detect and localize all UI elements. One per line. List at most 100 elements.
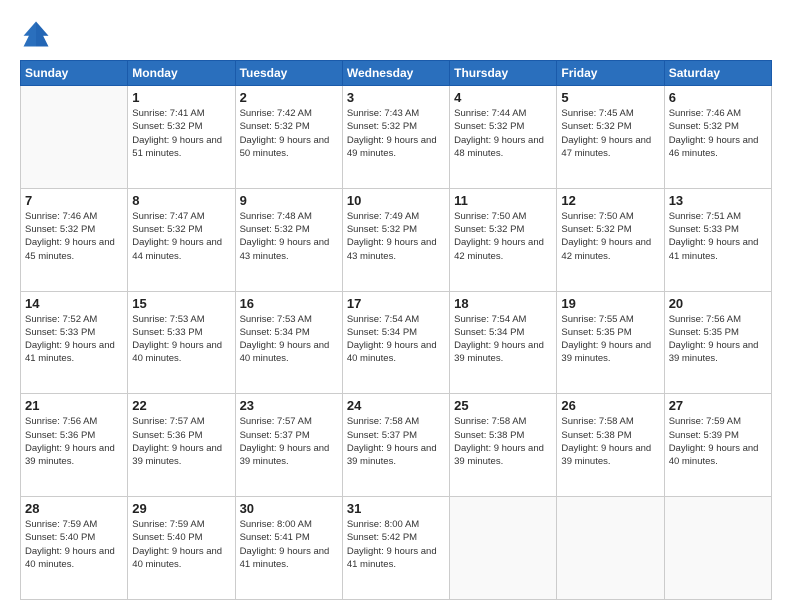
calendar-week-row: 28 Sunrise: 7:59 AMSunset: 5:40 PMDayligh… — [21, 497, 772, 600]
weekday-header-wednesday: Wednesday — [342, 61, 449, 86]
calendar-cell: 18 Sunrise: 7:54 AMSunset: 5:34 PMDayligh… — [450, 291, 557, 394]
day-info: Sunrise: 7:54 AMSunset: 5:34 PMDaylight:… — [454, 313, 552, 366]
day-number: 20 — [669, 296, 767, 311]
day-number: 31 — [347, 501, 445, 516]
day-info: Sunrise: 7:46 AMSunset: 5:32 PMDaylight:… — [669, 107, 767, 160]
day-info: Sunrise: 7:43 AMSunset: 5:32 PMDaylight:… — [347, 107, 445, 160]
day-number: 14 — [25, 296, 123, 311]
day-info: Sunrise: 7:41 AMSunset: 5:32 PMDaylight:… — [132, 107, 230, 160]
calendar-week-row: 1Sunrise: 7:41 AMSunset: 5:32 PMDaylight… — [21, 86, 772, 189]
day-number: 27 — [669, 398, 767, 413]
calendar-cell: 7 Sunrise: 7:46 AMSunset: 5:32 PMDaylight… — [21, 188, 128, 291]
calendar-cell: 21 Sunrise: 7:56 AMSunset: 5:36 PMDayligh… — [21, 394, 128, 497]
weekday-header-sunday: Sunday — [21, 61, 128, 86]
day-number: 22 — [132, 398, 230, 413]
calendar-cell: 16 Sunrise: 7:53 AMSunset: 5:34 PMDayligh… — [235, 291, 342, 394]
day-info: Sunrise: 7:50 AMSunset: 5:32 PMDaylight:… — [561, 210, 659, 263]
day-info: Sunrise: 7:59 AMSunset: 5:39 PMDaylight:… — [669, 415, 767, 468]
day-number: 18 — [454, 296, 552, 311]
calendar-cell — [557, 497, 664, 600]
calendar-cell: 19 Sunrise: 7:55 AMSunset: 5:35 PMDayligh… — [557, 291, 664, 394]
calendar-cell: 27 Sunrise: 7:59 AMSunset: 5:39 PMDayligh… — [664, 394, 771, 497]
day-info: Sunrise: 7:57 AMSunset: 5:36 PMDaylight:… — [132, 415, 230, 468]
calendar-cell — [664, 497, 771, 600]
calendar-cell — [21, 86, 128, 189]
calendar-cell: 6 Sunrise: 7:46 AMSunset: 5:32 PMDaylight… — [664, 86, 771, 189]
day-info: Sunrise: 7:42 AMSunset: 5:32 PMDaylight:… — [240, 107, 338, 160]
page: SundayMondayTuesdayWednesdayThursdayFrid… — [0, 0, 792, 612]
day-info: Sunrise: 7:53 AMSunset: 5:34 PMDaylight:… — [240, 313, 338, 366]
day-info: Sunrise: 7:58 AMSunset: 5:38 PMDaylight:… — [561, 415, 659, 468]
weekday-header-tuesday: Tuesday — [235, 61, 342, 86]
day-number: 13 — [669, 193, 767, 208]
day-number: 21 — [25, 398, 123, 413]
day-info: Sunrise: 8:00 AMSunset: 5:41 PMDaylight:… — [240, 518, 338, 571]
calendar-cell: 22 Sunrise: 7:57 AMSunset: 5:36 PMDayligh… — [128, 394, 235, 497]
calendar-cell: 30 Sunrise: 8:00 AMSunset: 5:41 PMDayligh… — [235, 497, 342, 600]
logo-icon — [20, 18, 52, 50]
weekday-header-friday: Friday — [557, 61, 664, 86]
day-info: Sunrise: 7:56 AMSunset: 5:36 PMDaylight:… — [25, 415, 123, 468]
calendar-cell: 29 Sunrise: 7:59 AMSunset: 5:40 PMDayligh… — [128, 497, 235, 600]
day-number: 25 — [454, 398, 552, 413]
day-number: 12 — [561, 193, 659, 208]
calendar-cell: 25Sunrise: 7:58 AMSunset: 5:38 PMDayligh… — [450, 394, 557, 497]
day-number: 9 — [240, 193, 338, 208]
calendar-week-row: 21 Sunrise: 7:56 AMSunset: 5:36 PMDayligh… — [21, 394, 772, 497]
calendar-cell: 31Sunrise: 8:00 AMSunset: 5:42 PMDayligh… — [342, 497, 449, 600]
calendar-week-row: 7 Sunrise: 7:46 AMSunset: 5:32 PMDaylight… — [21, 188, 772, 291]
day-number: 19 — [561, 296, 659, 311]
calendar-cell: 13 Sunrise: 7:51 AMSunset: 5:33 PMDayligh… — [664, 188, 771, 291]
day-number: 24 — [347, 398, 445, 413]
day-number: 8 — [132, 193, 230, 208]
calendar-cell: 28 Sunrise: 7:59 AMSunset: 5:40 PMDayligh… — [21, 497, 128, 600]
logo — [20, 18, 58, 50]
day-number: 11 — [454, 193, 552, 208]
calendar-cell: 10Sunrise: 7:49 AMSunset: 5:32 PMDayligh… — [342, 188, 449, 291]
day-info: Sunrise: 7:51 AMSunset: 5:33 PMDaylight:… — [669, 210, 767, 263]
calendar-cell: 26 Sunrise: 7:58 AMSunset: 5:38 PMDayligh… — [557, 394, 664, 497]
day-number: 17 — [347, 296, 445, 311]
day-info: Sunrise: 7:52 AMSunset: 5:33 PMDaylight:… — [25, 313, 123, 366]
day-number: 16 — [240, 296, 338, 311]
day-number: 5 — [561, 90, 659, 105]
calendar-cell: 14 Sunrise: 7:52 AMSunset: 5:33 PMDayligh… — [21, 291, 128, 394]
calendar-cell: 9 Sunrise: 7:48 AMSunset: 5:32 PMDaylight… — [235, 188, 342, 291]
day-number: 26 — [561, 398, 659, 413]
day-number: 3 — [347, 90, 445, 105]
calendar-cell: 15Sunrise: 7:53 AMSunset: 5:33 PMDayligh… — [128, 291, 235, 394]
day-number: 28 — [25, 501, 123, 516]
day-number: 6 — [669, 90, 767, 105]
calendar-cell: 12 Sunrise: 7:50 AMSunset: 5:32 PMDayligh… — [557, 188, 664, 291]
calendar-cell — [450, 497, 557, 600]
day-info: Sunrise: 7:48 AMSunset: 5:32 PMDaylight:… — [240, 210, 338, 263]
day-info: Sunrise: 7:47 AMSunset: 5:32 PMDaylight:… — [132, 210, 230, 263]
calendar-cell: 24 Sunrise: 7:58 AMSunset: 5:37 PMDayligh… — [342, 394, 449, 497]
day-number: 30 — [240, 501, 338, 516]
calendar-cell: 8 Sunrise: 7:47 AMSunset: 5:32 PMDaylight… — [128, 188, 235, 291]
day-number: 2 — [240, 90, 338, 105]
day-number: 10 — [347, 193, 445, 208]
calendar-cell: 17 Sunrise: 7:54 AMSunset: 5:34 PMDayligh… — [342, 291, 449, 394]
day-info: Sunrise: 7:58 AMSunset: 5:37 PMDaylight:… — [347, 415, 445, 468]
day-info: Sunrise: 7:44 AMSunset: 5:32 PMDaylight:… — [454, 107, 552, 160]
calendar-cell: 5Sunrise: 7:45 AMSunset: 5:32 PMDaylight… — [557, 86, 664, 189]
weekday-header-monday: Monday — [128, 61, 235, 86]
day-number: 7 — [25, 193, 123, 208]
day-info: Sunrise: 7:55 AMSunset: 5:35 PMDaylight:… — [561, 313, 659, 366]
header — [20, 18, 772, 50]
day-number: 29 — [132, 501, 230, 516]
calendar-week-row: 14 Sunrise: 7:52 AMSunset: 5:33 PMDayligh… — [21, 291, 772, 394]
day-info: Sunrise: 7:59 AMSunset: 5:40 PMDaylight:… — [132, 518, 230, 571]
day-info: Sunrise: 7:56 AMSunset: 5:35 PMDaylight:… — [669, 313, 767, 366]
day-info: Sunrise: 7:59 AMSunset: 5:40 PMDaylight:… — [25, 518, 123, 571]
day-info: Sunrise: 7:54 AMSunset: 5:34 PMDaylight:… — [347, 313, 445, 366]
calendar-cell: 23Sunrise: 7:57 AMSunset: 5:37 PMDayligh… — [235, 394, 342, 497]
day-info: Sunrise: 7:46 AMSunset: 5:32 PMDaylight:… — [25, 210, 123, 263]
calendar-cell: 2 Sunrise: 7:42 AMSunset: 5:32 PMDaylight… — [235, 86, 342, 189]
weekday-header-thursday: Thursday — [450, 61, 557, 86]
calendar-cell: 1Sunrise: 7:41 AMSunset: 5:32 PMDaylight… — [128, 86, 235, 189]
calendar-cell: 3 Sunrise: 7:43 AMSunset: 5:32 PMDaylight… — [342, 86, 449, 189]
calendar-cell: 4Sunrise: 7:44 AMSunset: 5:32 PMDaylight… — [450, 86, 557, 189]
day-info: Sunrise: 7:57 AMSunset: 5:37 PMDaylight:… — [240, 415, 338, 468]
